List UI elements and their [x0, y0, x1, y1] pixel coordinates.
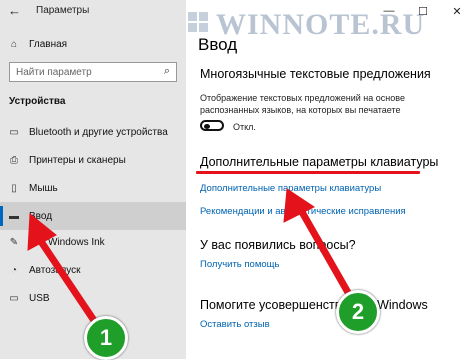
- annotation-badge-2: 2: [336, 290, 380, 334]
- annotation-badge-1: 1: [84, 316, 128, 360]
- annotation-arrows: [27, 188, 354, 329]
- arrow-1-shaft: [36, 236, 101, 329]
- arrow-2-head: [283, 188, 315, 223]
- arrow-2-shaft: [294, 201, 354, 300]
